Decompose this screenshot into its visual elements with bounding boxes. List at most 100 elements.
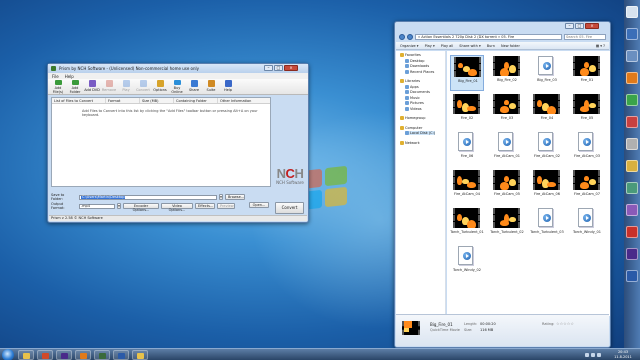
file-tile[interactable]: Fire_AtCam_04 xyxy=(450,169,484,205)
convert-button[interactable]: Convert xyxy=(275,202,304,214)
file-list[interactable]: List of Files to Convert Format Size (MB… xyxy=(51,97,271,187)
nav-item-local-disk-c[interactable]: Local Disk (C:) xyxy=(405,131,436,135)
command-organize[interactable]: Organize ▾ xyxy=(400,44,419,48)
clock-widget-icon[interactable] xyxy=(626,6,638,18)
tray-network-icon[interactable] xyxy=(591,353,595,357)
nav-item-pictures[interactable]: Pictures xyxy=(405,101,424,105)
after-effects-icon[interactable] xyxy=(626,248,638,260)
command-play[interactable]: Play ▾ xyxy=(425,44,435,48)
tray-volume-icon[interactable] xyxy=(597,353,601,357)
start-button[interactable] xyxy=(2,349,14,360)
column-header-format[interactable]: Format xyxy=(106,98,140,103)
app-icon-2[interactable] xyxy=(626,94,638,106)
column-header-folder[interactable]: Containing Folder xyxy=(174,98,218,103)
file-tile[interactable]: Fire_AtCam_01 xyxy=(490,131,524,167)
add-dvd-toolbar-button[interactable]: Add DVD xyxy=(84,79,100,94)
nav-item-network[interactable]: Network xyxy=(400,140,420,145)
view-options-icon[interactable]: ▦ ▾ ? xyxy=(596,44,609,48)
app-icon-5[interactable] xyxy=(626,160,638,172)
adobe-icon[interactable] xyxy=(626,226,638,238)
utility-icon[interactable] xyxy=(626,50,638,62)
forward-button[interactable] xyxy=(407,33,413,40)
nav-item-downloads[interactable]: Downloads xyxy=(405,64,429,68)
nav-item-documents[interactable]: Documents xyxy=(405,90,430,94)
file-tile[interactable]: Torch_Turbulent_02 xyxy=(490,207,524,243)
column-header-files[interactable]: List of Files to Convert xyxy=(52,98,106,103)
minimize-button[interactable]: – xyxy=(264,65,273,71)
menu-file[interactable]: File xyxy=(52,74,59,79)
nav-item-music[interactable]: Music xyxy=(405,95,420,100)
app-icon-3[interactable] xyxy=(626,116,638,128)
close-button[interactable]: × xyxy=(284,65,298,71)
maximize-button[interactable]: □ xyxy=(274,65,283,71)
nav-item-favorites[interactable]: Favorites xyxy=(400,53,421,57)
save-folder-field[interactable]: C:\Users\Martin\Desktop xyxy=(79,194,217,200)
nav-item-libraries[interactable]: Libraries xyxy=(400,79,420,83)
file-tile[interactable]: Torch_Turbulent_01 xyxy=(450,207,484,243)
add-file-s-toolbar-button[interactable]: Add File(s) xyxy=(50,79,66,94)
video-options-button[interactable]: Video Options... xyxy=(161,203,193,212)
open-button[interactable]: Open... xyxy=(249,202,269,208)
add-folder-toolbar-button[interactable]: Add Folder xyxy=(67,79,83,94)
command-share-with[interactable]: Share with ▾ xyxy=(459,44,481,48)
command-burn[interactable]: Burn xyxy=(487,44,495,48)
nav-item-apps[interactable]: Apps xyxy=(405,84,419,89)
app-icon-7[interactable] xyxy=(626,204,638,216)
command-play-all[interactable]: Play all xyxy=(441,44,454,48)
file-tile[interactable]: Big_Fire_02 xyxy=(490,55,524,91)
app-icon-1[interactable] xyxy=(626,72,638,84)
file-tile[interactable]: Fire_02 xyxy=(450,93,484,129)
file-tile[interactable]: Fire_AtCam_06 xyxy=(530,169,564,205)
file-tile[interactable]: Fire_AtCam_03 xyxy=(570,131,604,167)
nav-item-recent-places[interactable]: Recent Places xyxy=(405,69,434,74)
command-new-folder[interactable]: New folder xyxy=(501,44,520,48)
rating-stars[interactable]: ☆☆☆☆☆ xyxy=(556,321,574,326)
address-bar[interactable]: « Action Essentials 2 720p Disk 2 (DX to… xyxy=(415,33,562,40)
taskbar-nch-prism-button[interactable] xyxy=(94,350,110,360)
save-folder-dropdown[interactable]: ▾ xyxy=(219,194,223,200)
nav-item-videos[interactable]: Videos xyxy=(405,106,422,111)
file-tile[interactable]: Fire_04 xyxy=(530,93,564,129)
effects-button[interactable]: Effects... xyxy=(195,203,215,209)
file-tile[interactable]: Fire_06 xyxy=(450,131,484,167)
column-header-size[interactable]: Size (MB) xyxy=(140,98,174,103)
explorer-minimize-button[interactable]: – xyxy=(565,23,574,29)
play-toolbar-button[interactable]: Play xyxy=(118,79,134,94)
output-format-select[interactable]: .mp4 xyxy=(79,203,115,209)
photoshop-icon[interactable] xyxy=(626,270,638,282)
taskbar-photoshop-button[interactable] xyxy=(113,350,129,360)
column-header-info[interactable]: Other Information xyxy=(218,98,270,103)
options-toolbar-button[interactable]: Options xyxy=(152,79,168,94)
file-tile[interactable]: Fire_AtCam_02 xyxy=(530,131,564,167)
file-tile[interactable]: Fire_AtCam_05 xyxy=(490,169,524,205)
clock[interactable]: 20:43 11.8.2011 xyxy=(610,350,636,360)
explorer-maximize-button[interactable]: □ xyxy=(575,23,584,29)
search-input[interactable]: Search 05. Fire xyxy=(564,33,606,40)
file-tile[interactable]: Fire_03 xyxy=(490,93,524,129)
app-icon-6[interactable] xyxy=(626,182,638,194)
convert-toolbar-button[interactable]: Convert xyxy=(135,79,151,94)
file-tile[interactable]: Fire_05 xyxy=(570,93,604,129)
file-tile[interactable]: Torch_Turbulent_03 xyxy=(530,207,564,243)
nav-item-desktop[interactable]: Desktop xyxy=(405,58,424,63)
file-tile[interactable]: Torch_Windy_01 xyxy=(570,207,604,243)
file-tile[interactable]: Big_Fire_03 xyxy=(530,55,564,91)
output-format-dropdown[interactable]: ▾ xyxy=(117,203,121,209)
nav-item-homegroup[interactable]: Homegroup xyxy=(400,116,426,120)
taskbar-after-effects-button[interactable] xyxy=(56,350,72,360)
explorer-close-button[interactable]: × xyxy=(585,23,599,29)
help-toolbar-button[interactable]: Help xyxy=(220,79,236,94)
encoder-options-button[interactable]: Encoder Options... xyxy=(123,203,159,212)
browse-button[interactable]: Browse... xyxy=(225,194,245,200)
file-tile[interactable]: Fire_01 xyxy=(570,55,604,91)
buy-online-toolbar-button[interactable]: Buy Online xyxy=(169,79,185,94)
suite-toolbar-button[interactable]: Suite xyxy=(203,79,219,94)
taskbar-folder-button[interactable] xyxy=(132,350,148,360)
network-icon[interactable] xyxy=(626,28,638,40)
back-button[interactable] xyxy=(399,33,405,40)
share-toolbar-button[interactable]: Share xyxy=(186,79,202,94)
taskbar-explorer-button[interactable] xyxy=(18,350,34,360)
preview-button[interactable]: Preview xyxy=(217,203,235,209)
menu-help[interactable]: Help xyxy=(65,74,74,79)
remove-toolbar-button[interactable]: Remove xyxy=(101,79,117,94)
